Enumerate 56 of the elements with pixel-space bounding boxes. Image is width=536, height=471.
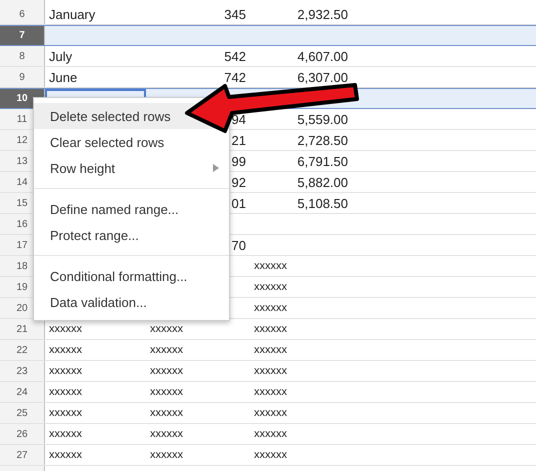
cell-text: xxxxxx [49,323,82,335]
cell-text: January [49,6,96,22]
cell-text: xxxxxx [254,386,287,398]
cell-text: 6,791.50 [297,154,348,168]
row-number[interactable]: 26 [0,424,45,444]
cell-text: xxxxxx [49,428,82,440]
cell-text: 99 [232,154,246,168]
cell-text: 92 [232,174,246,190]
cell-text: xxxxxx [49,365,82,377]
cell-text: xxxxxx [254,323,287,335]
cell-text: 21 [232,132,246,148]
cell-text: xxxxxx [49,386,82,398]
cell-text: 2,932.50 [297,6,348,22]
cell-text: June [49,70,78,84]
cell-text: xxxxxx [150,344,183,356]
cell-text: xxxxxx [254,302,287,314]
row-number[interactable]: 7 [0,26,45,45]
cell-text: xxxxxx [150,323,183,335]
cell-text: 5,108.50 [297,196,348,210]
row-number[interactable]: 23 [0,361,45,381]
cell-text: 70 [232,238,246,252]
row-number[interactable]: 8 [0,46,45,66]
cell-text: 6,307.00 [297,70,348,84]
row-number[interactable]: 27 [0,445,45,465]
cell-text: 542 [224,48,246,64]
cell-text: xxxxxx [254,428,287,440]
cell-text: xxxxxx [150,407,183,419]
cell-text: xxxxxx [254,407,287,419]
cell-text: xxxxxx [254,365,287,377]
cell-text: 5,882.00 [297,174,348,190]
cell-text: 4,607.00 [297,48,348,64]
cell-text: xxxxxx [150,428,183,440]
cell-text: 01 [232,196,246,210]
cell-text: xxxxxx [49,407,82,419]
cell-text: xxxxxx [150,449,183,461]
cell-text: xxxxxx [150,365,183,377]
cell-text: xxxxxx [150,386,183,398]
cell-text: July [49,48,72,64]
row-number[interactable]: 24 [0,382,45,402]
cell-text: 5,559.00 [297,112,348,126]
cell-text: 742 [224,70,246,84]
row-number[interactable]: 25 [0,403,45,423]
cell-text: xxxxxx [254,449,287,461]
cell-text: xxxxxx [254,281,287,293]
cell-text: xxxxxx [254,344,287,356]
row-number[interactable]: 9 [0,67,45,87]
row-number[interactable]: 6 [0,4,45,24]
cell-text: xxxxxx [254,260,287,272]
caret-icon [213,164,219,172]
cell-text: 2,728.50 [297,132,348,148]
row-number[interactable]: 21 [0,319,45,339]
cell-text: 94 [232,112,246,126]
cell-text: xxxxxx [49,449,82,461]
cell-text: xxxxxx [49,344,82,356]
row-number[interactable]: 22 [0,340,45,360]
cell-text: 345 [224,6,246,22]
